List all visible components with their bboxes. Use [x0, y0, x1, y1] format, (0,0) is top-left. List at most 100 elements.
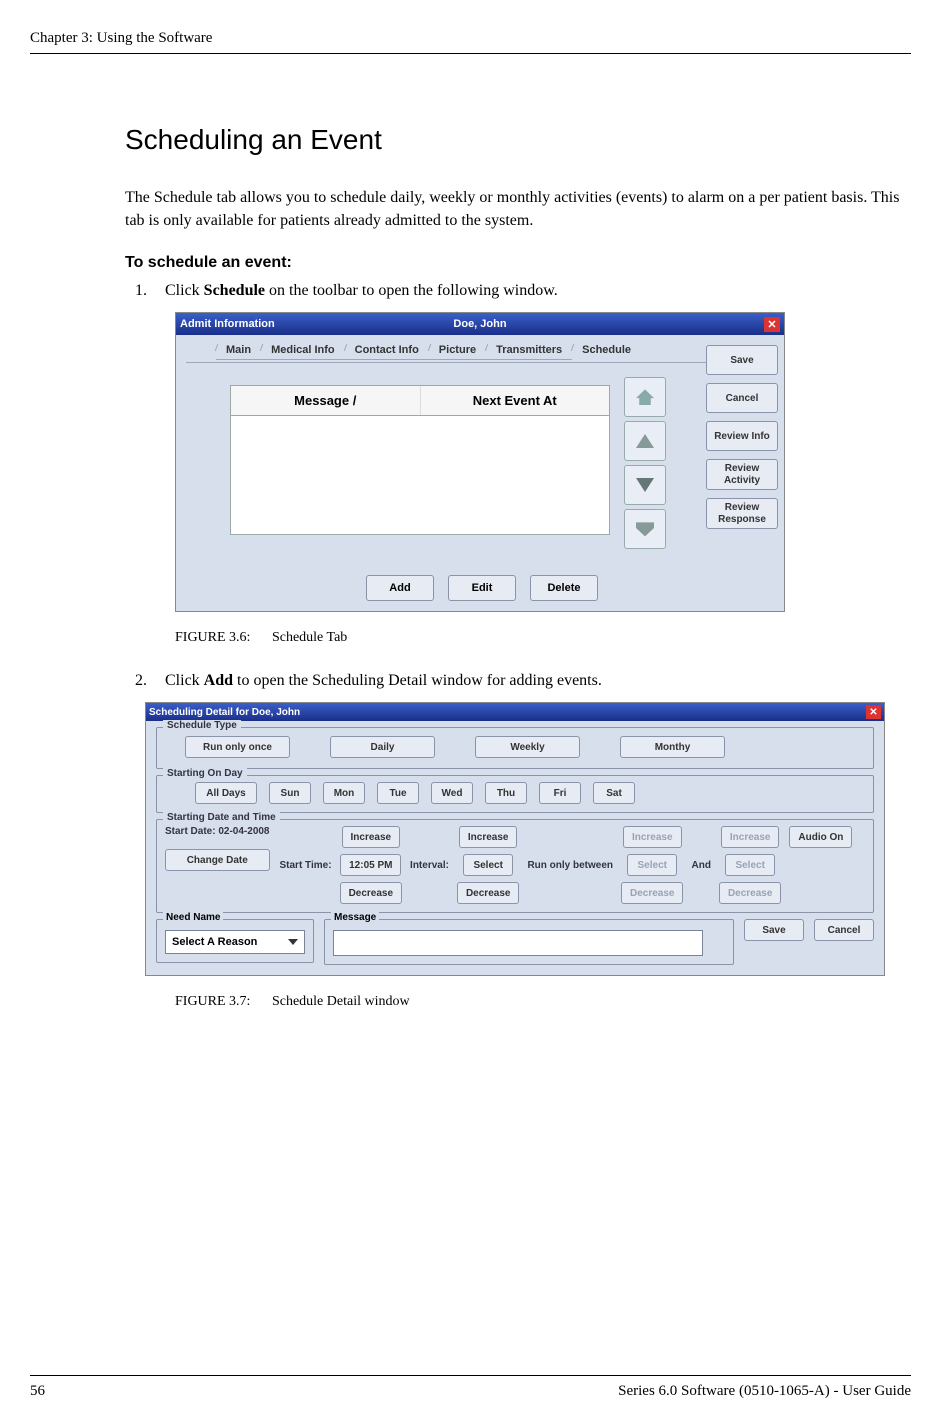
step-1-pre: Click: [165, 282, 204, 299]
run-only-between-label: Run only between: [527, 860, 613, 871]
interval-decrease-button[interactable]: Decrease: [457, 882, 519, 904]
grid-col-next-event[interactable]: Next Event At: [421, 386, 610, 415]
need-name-legend: Need Name: [163, 912, 223, 923]
nav-down-button[interactable]: [624, 465, 666, 505]
chevron-down-icon: [288, 939, 298, 945]
section-title: Scheduling an Event: [125, 124, 901, 156]
footer-rule: [30, 1375, 911, 1376]
interval-increase-button[interactable]: Increase: [459, 826, 518, 848]
save-button[interactable]: Save: [744, 919, 804, 941]
nav-last-button[interactable]: [624, 509, 666, 549]
step-1-bold: Schedule: [204, 282, 265, 299]
interval-label: Interval:: [410, 860, 449, 871]
close-icon[interactable]: ✕: [764, 317, 780, 332]
cancel-button[interactable]: Cancel: [706, 383, 778, 413]
audio-on-button[interactable]: Audio On: [789, 826, 852, 848]
figure-3-7-caption: FIGURE 3.7: Schedule Detail window: [175, 994, 901, 1010]
schedule-grid: Message / Next Event At: [230, 385, 610, 535]
grid-col-message[interactable]: Message /: [231, 386, 421, 415]
close-icon[interactable]: ✕: [866, 705, 881, 719]
page-header: Chapter 3: Using the Software: [30, 30, 911, 47]
admit-info-window: Admit Information Doe, John ✕ Main Medic…: [175, 312, 785, 612]
review-info-button[interactable]: Review Info: [706, 421, 778, 451]
tab-main[interactable]: Main: [216, 341, 261, 360]
between-from-select: Select: [627, 854, 677, 876]
step-1: 1. Click Schedule on the toolbar to open…: [165, 282, 901, 300]
subheading: To schedule an event:: [125, 254, 901, 272]
nav-first-button[interactable]: [624, 377, 666, 417]
time-increase-button[interactable]: Increase: [342, 826, 401, 848]
tab-medical-info[interactable]: Medical Info: [261, 341, 345, 360]
bottom-button-row: Add Edit Delete: [366, 575, 598, 601]
window2-titlebar: Scheduling Detail for Doe, John ✕: [146, 703, 884, 721]
edit-button[interactable]: Edit: [448, 575, 516, 601]
reason-select-value: Select A Reason: [172, 936, 257, 948]
monthly-button[interactable]: Monthy: [620, 736, 725, 758]
nav-up-button[interactable]: [624, 421, 666, 461]
thu-button[interactable]: Thu: [485, 782, 527, 804]
step-2-pre: Click: [165, 672, 204, 689]
arrow-up-icon: [636, 434, 654, 448]
tab-transmitters[interactable]: Transmitters: [486, 341, 572, 360]
add-button[interactable]: Add: [366, 575, 434, 601]
step-2-bold: Add: [204, 672, 233, 689]
message-group: Message: [324, 919, 734, 965]
save-button[interactable]: Save: [706, 345, 778, 375]
side-button-stack: Save Cancel Review Info Review Activity …: [706, 345, 778, 529]
weekly-button[interactable]: Weekly: [475, 736, 580, 758]
delete-button[interactable]: Delete: [530, 575, 598, 601]
step-1-post: on the toolbar to open the following win…: [265, 282, 558, 299]
mon-button[interactable]: Mon: [323, 782, 365, 804]
tue-button[interactable]: Tue: [377, 782, 419, 804]
all-days-button[interactable]: All Days: [195, 782, 257, 804]
tab-schedule[interactable]: Schedule: [572, 341, 641, 360]
interval-select-button[interactable]: Select: [463, 854, 513, 876]
review-response-button[interactable]: Review Response: [706, 498, 778, 529]
between-from-increase: Increase: [623, 826, 682, 848]
between-from-decrease: Decrease: [621, 882, 683, 904]
nav-button-stack: [624, 377, 666, 549]
sun-button[interactable]: Sun: [269, 782, 311, 804]
fri-button[interactable]: Fri: [539, 782, 581, 804]
message-legend: Message: [331, 912, 379, 923]
start-time-label: Start Time:: [280, 860, 332, 871]
daily-button[interactable]: Daily: [330, 736, 435, 758]
start-time-value[interactable]: 12:05 PM: [340, 854, 401, 876]
page-number: 56: [30, 1383, 45, 1400]
header-rule: [30, 53, 911, 54]
intro-paragraph: The Schedule tab allows you to schedule …: [125, 186, 901, 232]
sat-button[interactable]: Sat: [593, 782, 635, 804]
starting-on-day-group: Starting On Day All Days Sun Mon Tue Wed…: [156, 775, 874, 813]
wed-button[interactable]: Wed: [431, 782, 473, 804]
figure-3-7-text: Schedule Detail window: [272, 994, 410, 1009]
step-2-number: 2.: [135, 672, 147, 690]
starting-on-day-legend: Starting On Day: [163, 768, 247, 779]
figure-3-6: Admit Information Doe, John ✕ Main Medic…: [175, 312, 901, 612]
figure-3-7: Scheduling Detail for Doe, John ✕ Schedu…: [175, 702, 901, 976]
step-2-post: to open the Scheduling Detail window for…: [233, 672, 602, 689]
time-decrease-button[interactable]: Decrease: [340, 882, 402, 904]
tab-contact-info[interactable]: Contact Info: [345, 341, 429, 360]
figure-3-7-label: FIGURE 3.7:: [175, 994, 250, 1009]
step-1-number: 1.: [135, 282, 147, 300]
starting-date-time-group: Starting Date and Time Start Date: 02-04…: [156, 819, 874, 913]
home-icon: [636, 389, 654, 405]
and-label: And: [691, 860, 710, 871]
arrow-down-icon: [636, 478, 654, 492]
tab-strip: Main Medical Info Contact Info Picture T…: [216, 341, 774, 360]
start-date-label: Start Date: 02-04-2008: [165, 826, 270, 837]
starting-date-time-legend: Starting Date and Time: [163, 812, 280, 823]
arrow-end-icon: [636, 522, 654, 536]
reason-select[interactable]: Select A Reason: [165, 930, 305, 954]
scheduling-detail-window: Scheduling Detail for Doe, John ✕ Schedu…: [145, 702, 885, 976]
run-once-button[interactable]: Run only once: [185, 736, 290, 758]
change-date-button[interactable]: Change Date: [165, 849, 270, 871]
page-footer: 56 Series 6.0 Software (0510-1065-A) - U…: [30, 1383, 911, 1400]
doc-title: Series 6.0 Software (0510-1065-A) - User…: [618, 1383, 911, 1400]
tab-picture[interactable]: Picture: [429, 341, 486, 360]
step-2: 2. Click Add to open the Scheduling Deta…: [165, 672, 901, 690]
cancel-button[interactable]: Cancel: [814, 919, 874, 941]
message-input[interactable]: [333, 930, 703, 956]
review-activity-button[interactable]: Review Activity: [706, 459, 778, 490]
figure-3-6-label: FIGURE 3.6:: [175, 630, 250, 645]
